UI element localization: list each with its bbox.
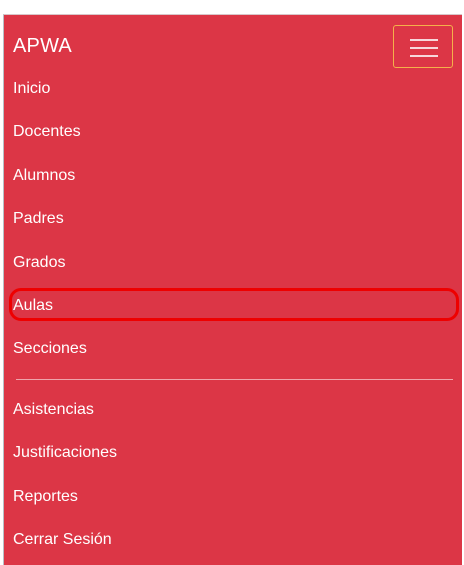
toggler-bar <box>410 55 438 57</box>
navbar: APWA Inicio Docentes Alumnos Padres Grad… <box>3 14 462 565</box>
menu-item-reportes[interactable]: Reportes <box>13 486 78 508</box>
hamburger-menu-icon[interactable] <box>393 25 453 68</box>
menu-item-alumnos[interactable]: Alumnos <box>13 165 75 187</box>
menu-item-aulas[interactable]: Aulas <box>13 295 53 317</box>
menu-item-docentes[interactable]: Docentes <box>13 121 81 143</box>
highlight-annotation <box>9 288 459 321</box>
menu-item-padres[interactable]: Padres <box>13 208 64 230</box>
toggler-bar <box>410 47 438 49</box>
menu-item-inicio[interactable]: Inicio <box>13 78 50 100</box>
menu-divider <box>16 379 453 380</box>
toggler-bar <box>410 39 438 41</box>
menu-item-grados[interactable]: Grados <box>13 252 65 274</box>
navbar-brand[interactable]: APWA <box>13 35 72 58</box>
menu-item-justificaciones[interactable]: Justificaciones <box>13 442 117 464</box>
menu-item-cerrar-sesion[interactable]: Cerrar Sesión <box>13 529 112 551</box>
menu-item-asistencias[interactable]: Asistencias <box>13 399 94 421</box>
menu-item-secciones[interactable]: Secciones <box>13 338 87 360</box>
